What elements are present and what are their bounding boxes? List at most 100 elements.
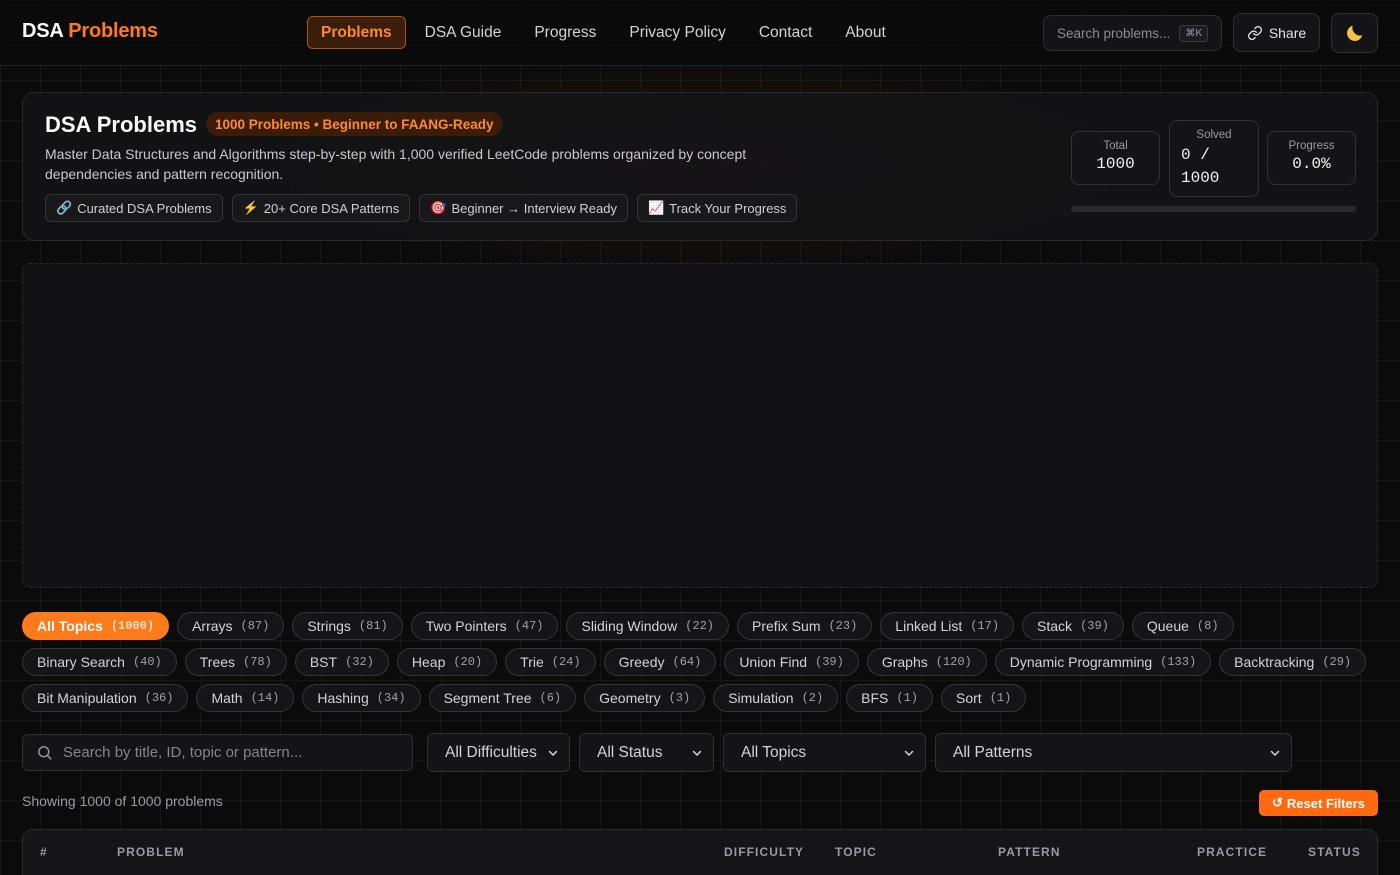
top-bar: DSA Problems Problems DSA Guide Progress… bbox=[0, 0, 1400, 66]
search-shortcut-badge: ⌘K bbox=[1179, 24, 1208, 42]
topic-pill-label: Binary Search bbox=[37, 654, 125, 670]
patterns-select[interactable]: All Patterns bbox=[935, 733, 1292, 772]
feature-chip: 🎯 Beginner → Interview Ready bbox=[419, 194, 628, 222]
topic-pill-dynamic-programming[interactable]: Dynamic Programming (133) bbox=[994, 648, 1212, 676]
link-icon: 🔗 bbox=[56, 200, 73, 215]
column-header-pattern[interactable]: PATTERN bbox=[998, 845, 1061, 859]
topic-pill-label: Dynamic Programming bbox=[1009, 654, 1153, 670]
topics-select[interactable]: All Topics bbox=[723, 733, 926, 772]
topic-pill-geometry[interactable]: Geometry (3) bbox=[584, 684, 706, 712]
stat-total: Total 1000 bbox=[1071, 131, 1160, 185]
reset-filters-button[interactable]: ↺ Reset Filters bbox=[1259, 790, 1378, 816]
topic-pill-queue[interactable]: Queue (8) bbox=[1131, 612, 1234, 640]
topic-pill-count: (47) bbox=[514, 619, 544, 633]
topic-pill-simulation[interactable]: Simulation (2) bbox=[713, 684, 839, 712]
column-header-status[interactable]: STATUS bbox=[1308, 845, 1361, 859]
topic-pill-count: (34) bbox=[376, 691, 406, 705]
topic-pill-graphs[interactable]: Graphs (120) bbox=[866, 648, 987, 676]
nav-privacy-policy[interactable]: Privacy Policy bbox=[615, 16, 739, 49]
topic-pill-count: (6) bbox=[539, 691, 562, 705]
nav-contact[interactable]: Contact bbox=[745, 16, 826, 49]
hero-card: DSA Problems 1000 Problems • Beginner to… bbox=[22, 92, 1378, 241]
topic-pill-label: Queue bbox=[1146, 618, 1189, 634]
topic-pill-label: Bit Manipulation bbox=[37, 690, 137, 706]
topic-pill-label: Stack bbox=[1037, 618, 1073, 634]
results-count: Showing 1000 of 1000 problems bbox=[22, 793, 223, 809]
feature-chip-label: Beginner → Interview Ready bbox=[451, 200, 617, 216]
topic-pill-count: (8) bbox=[1196, 619, 1219, 633]
topic-pill-hashing[interactable]: Hashing (34) bbox=[302, 684, 421, 712]
content-placeholder bbox=[22, 263, 1378, 588]
topic-pill-count: (20) bbox=[453, 655, 483, 669]
topic-pill-two-pointers[interactable]: Two Pointers (47) bbox=[410, 612, 559, 640]
nav-about[interactable]: About bbox=[831, 16, 900, 49]
topic-pill-bfs[interactable]: BFS (1) bbox=[846, 684, 934, 712]
topic-pill-bst[interactable]: BST (32) bbox=[294, 648, 389, 676]
difficulty-select[interactable]: All Difficulties bbox=[427, 733, 570, 772]
topic-pill-label: Backtracking bbox=[1234, 654, 1315, 670]
theme-toggle-button[interactable] bbox=[1331, 13, 1378, 53]
topic-pill-prefix-sum[interactable]: Prefix Sum (23) bbox=[737, 612, 873, 640]
topic-pill-label: Trie bbox=[520, 654, 544, 670]
topic-pill-sort[interactable]: Sort (1) bbox=[941, 684, 1027, 712]
reset-filters-label: Reset Filters bbox=[1286, 795, 1365, 811]
progress-bar bbox=[1071, 206, 1356, 212]
status-select[interactable]: All Status bbox=[579, 733, 714, 772]
topic-pill-math[interactable]: Math (14) bbox=[196, 684, 295, 712]
header-search-input[interactable]: Search problems... ⌘K bbox=[1043, 15, 1222, 51]
topic-pill-binary-search[interactable]: Binary Search (40) bbox=[22, 648, 177, 676]
problems-table: # PROBLEM DIFFICULTY TOPIC PATTERN PRACT… bbox=[22, 829, 1378, 875]
hero-description: Master Data Structures and Algorithms st… bbox=[45, 146, 747, 182]
topic-pill-label: Geometry bbox=[599, 690, 661, 706]
topic-pill-sliding-window[interactable]: Sliding Window (22) bbox=[566, 612, 730, 640]
feature-chip: ⚡ 20+ Core DSA Patterns bbox=[231, 194, 411, 222]
lightning-icon: ⚡ bbox=[242, 200, 259, 215]
topic-pill-backtracking[interactable]: Backtracking (29) bbox=[1219, 648, 1367, 676]
stat-progress-label: Progress bbox=[1288, 140, 1335, 152]
difficulty-select-value: All Difficulties bbox=[445, 743, 537, 761]
reset-icon: ↺ bbox=[1272, 795, 1283, 810]
topic-pill-all-topics[interactable]: All Topics (1000) bbox=[22, 612, 170, 640]
nav-progress[interactable]: Progress bbox=[520, 16, 610, 49]
topic-pill-count: (87) bbox=[240, 619, 270, 633]
topic-pill-label: Trees bbox=[199, 654, 236, 670]
brand-logo[interactable]: DSA Problems bbox=[22, 20, 158, 43]
stat-total-label: Total bbox=[1103, 140, 1128, 152]
nav-problems[interactable]: Problems bbox=[307, 16, 406, 49]
topic-pill-linked-list[interactable]: Linked List (17) bbox=[880, 612, 1015, 640]
topic-pill-label: BST bbox=[309, 654, 338, 670]
topic-pill-strings[interactable]: Strings (81) bbox=[292, 612, 403, 640]
topic-pill-segment-tree[interactable]: Segment Tree (6) bbox=[428, 684, 577, 712]
topic-pill-heap[interactable]: Heap (20) bbox=[396, 648, 498, 676]
main-nav: Problems DSA Guide Progress Privacy Poli… bbox=[307, 16, 905, 49]
nav-dsa-guide[interactable]: DSA Guide bbox=[411, 16, 516, 49]
column-header-number[interactable]: # bbox=[40, 845, 48, 859]
topic-pill-trees[interactable]: Trees (78) bbox=[184, 648, 287, 676]
topic-pill-arrays[interactable]: Arrays (87) bbox=[177, 612, 285, 640]
feature-chips: 🔗 Curated DSA Problems ⚡ 20+ Core DSA Patt… bbox=[45, 194, 798, 222]
column-header-difficulty[interactable]: DIFFICULTY bbox=[724, 845, 804, 859]
share-button[interactable]: Share bbox=[1233, 13, 1320, 52]
stat-total-value: 1000 bbox=[1096, 155, 1135, 173]
column-header-problem[interactable]: PROBLEM bbox=[117, 845, 185, 859]
topic-pill-count: (3) bbox=[668, 691, 691, 705]
topic-pill-count: (64) bbox=[672, 655, 702, 669]
search-icon bbox=[38, 746, 52, 760]
problem-search-field[interactable] bbox=[22, 734, 413, 771]
topic-pill-stack[interactable]: Stack (39) bbox=[1022, 612, 1124, 640]
share-label: Share bbox=[1268, 24, 1307, 41]
topic-pill-label: Two Pointers bbox=[425, 618, 507, 634]
problem-search-input[interactable] bbox=[63, 744, 383, 761]
topic-pill-count: (22) bbox=[685, 619, 715, 633]
topic-pill-label: Sort bbox=[956, 690, 982, 706]
column-header-topic[interactable]: TOPIC bbox=[835, 845, 877, 859]
topic-pill-union-find[interactable]: Union Find (39) bbox=[724, 648, 859, 676]
topic-pill-count: (39) bbox=[1080, 619, 1109, 633]
stat-solved-value: 0 / 1000 bbox=[1181, 146, 1220, 187]
topic-pill-trie[interactable]: Trie (24) bbox=[505, 648, 596, 676]
topic-pill-greedy[interactable]: Greedy (64) bbox=[603, 648, 717, 676]
topic-pill-bit-manipulation[interactable]: Bit Manipulation (36) bbox=[22, 684, 189, 712]
topic-pill-count: (81) bbox=[358, 619, 388, 633]
link-icon bbox=[1247, 25, 1262, 40]
column-header-practice[interactable]: PRACTICE bbox=[1197, 845, 1267, 859]
